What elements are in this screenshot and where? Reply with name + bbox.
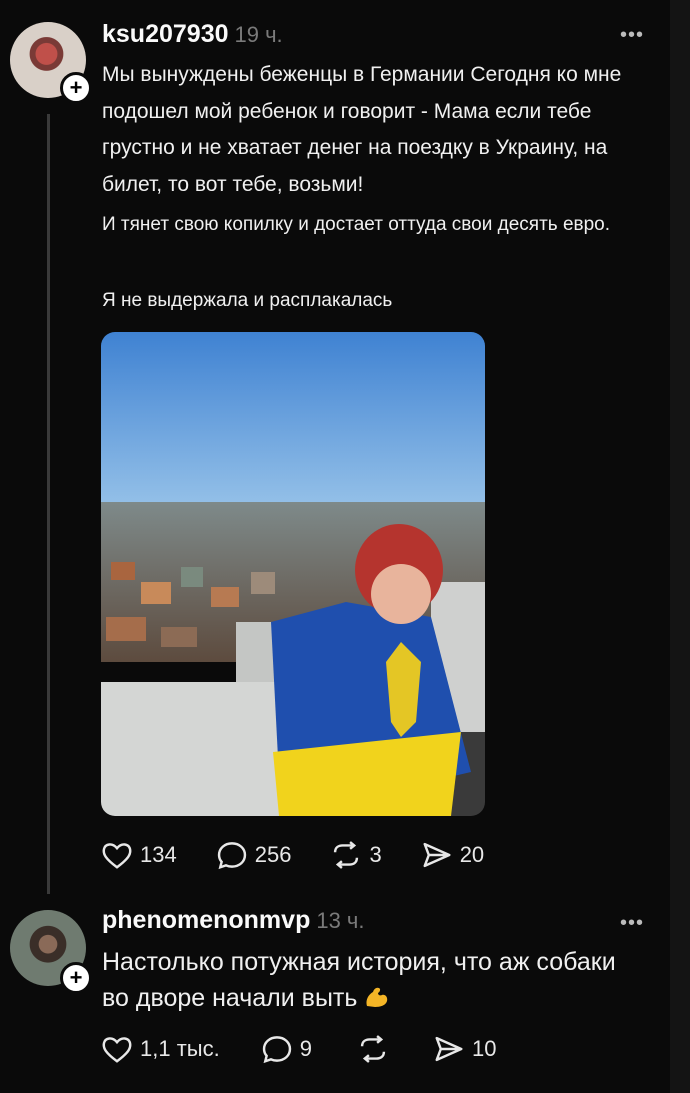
reply-actions: 1,1 тыс. 9 10	[100, 1034, 534, 1064]
reply-time: 13 ч.	[316, 908, 365, 933]
username-text[interactable]: phenomenonmvp	[102, 906, 310, 934]
post-time: 19 ч.	[234, 22, 283, 47]
comment-button[interactable]: 9	[260, 1034, 312, 1064]
heart-icon	[102, 843, 132, 869]
post-username[interactable]: ksu207930 19 ч.	[102, 20, 283, 49]
plus-icon[interactable]: +	[60, 72, 92, 104]
repost-count: 3	[369, 842, 382, 867]
reply-text-content: Настолько потужная история, что аж собак…	[102, 948, 616, 1012]
repost-icon	[360, 1035, 386, 1063]
like-count: 134	[140, 842, 177, 867]
share-count: 10	[471, 1036, 497, 1061]
comment-icon	[262, 1036, 291, 1064]
post-text: И тянет свою копилку и достает оттуда св…	[102, 214, 611, 235]
like-button[interactable]: 1,1 тыс.	[100, 1034, 220, 1064]
username-text[interactable]: ksu207930	[102, 20, 229, 48]
share-icon	[423, 842, 451, 868]
reply-username[interactable]: phenomenonmvp 13 ч.	[102, 906, 365, 935]
heart-icon	[102, 1037, 132, 1063]
share-button[interactable]: 10	[432, 1034, 496, 1064]
share-icon	[435, 1036, 463, 1062]
like-count: 1,1 тыс.	[140, 1036, 220, 1061]
more-icon[interactable]: •••	[620, 912, 644, 935]
scrollbar-track	[670, 0, 690, 1093]
comment-count: 9	[299, 1036, 312, 1061]
post-photo[interactable]	[101, 332, 485, 816]
post-text: Мы вынуждены беженцы в Германии Сегодня …	[102, 63, 622, 196]
comment-count: 256	[254, 842, 292, 867]
reply-text: Настолько потужная история, что аж собак…	[102, 944, 622, 1016]
share-button[interactable]: 20	[420, 840, 484, 870]
post-text: Я не выдержала и расплакалась	[102, 290, 393, 311]
comment-icon	[217, 842, 246, 870]
plus-icon[interactable]: +	[60, 962, 92, 994]
comment-button[interactable]: 256	[215, 840, 292, 870]
flexed-biceps-icon	[366, 987, 388, 1007]
like-button[interactable]: 134	[100, 840, 177, 870]
repost-icon	[334, 841, 359, 869]
more-icon[interactable]: •••	[620, 24, 644, 47]
repost-button[interactable]	[356, 1034, 396, 1064]
thread-line	[47, 114, 50, 894]
photo-image	[101, 332, 485, 816]
share-count: 20	[459, 842, 485, 867]
repost-button[interactable]: 3	[329, 840, 382, 870]
post-actions: 134 256 3 20	[100, 840, 522, 870]
